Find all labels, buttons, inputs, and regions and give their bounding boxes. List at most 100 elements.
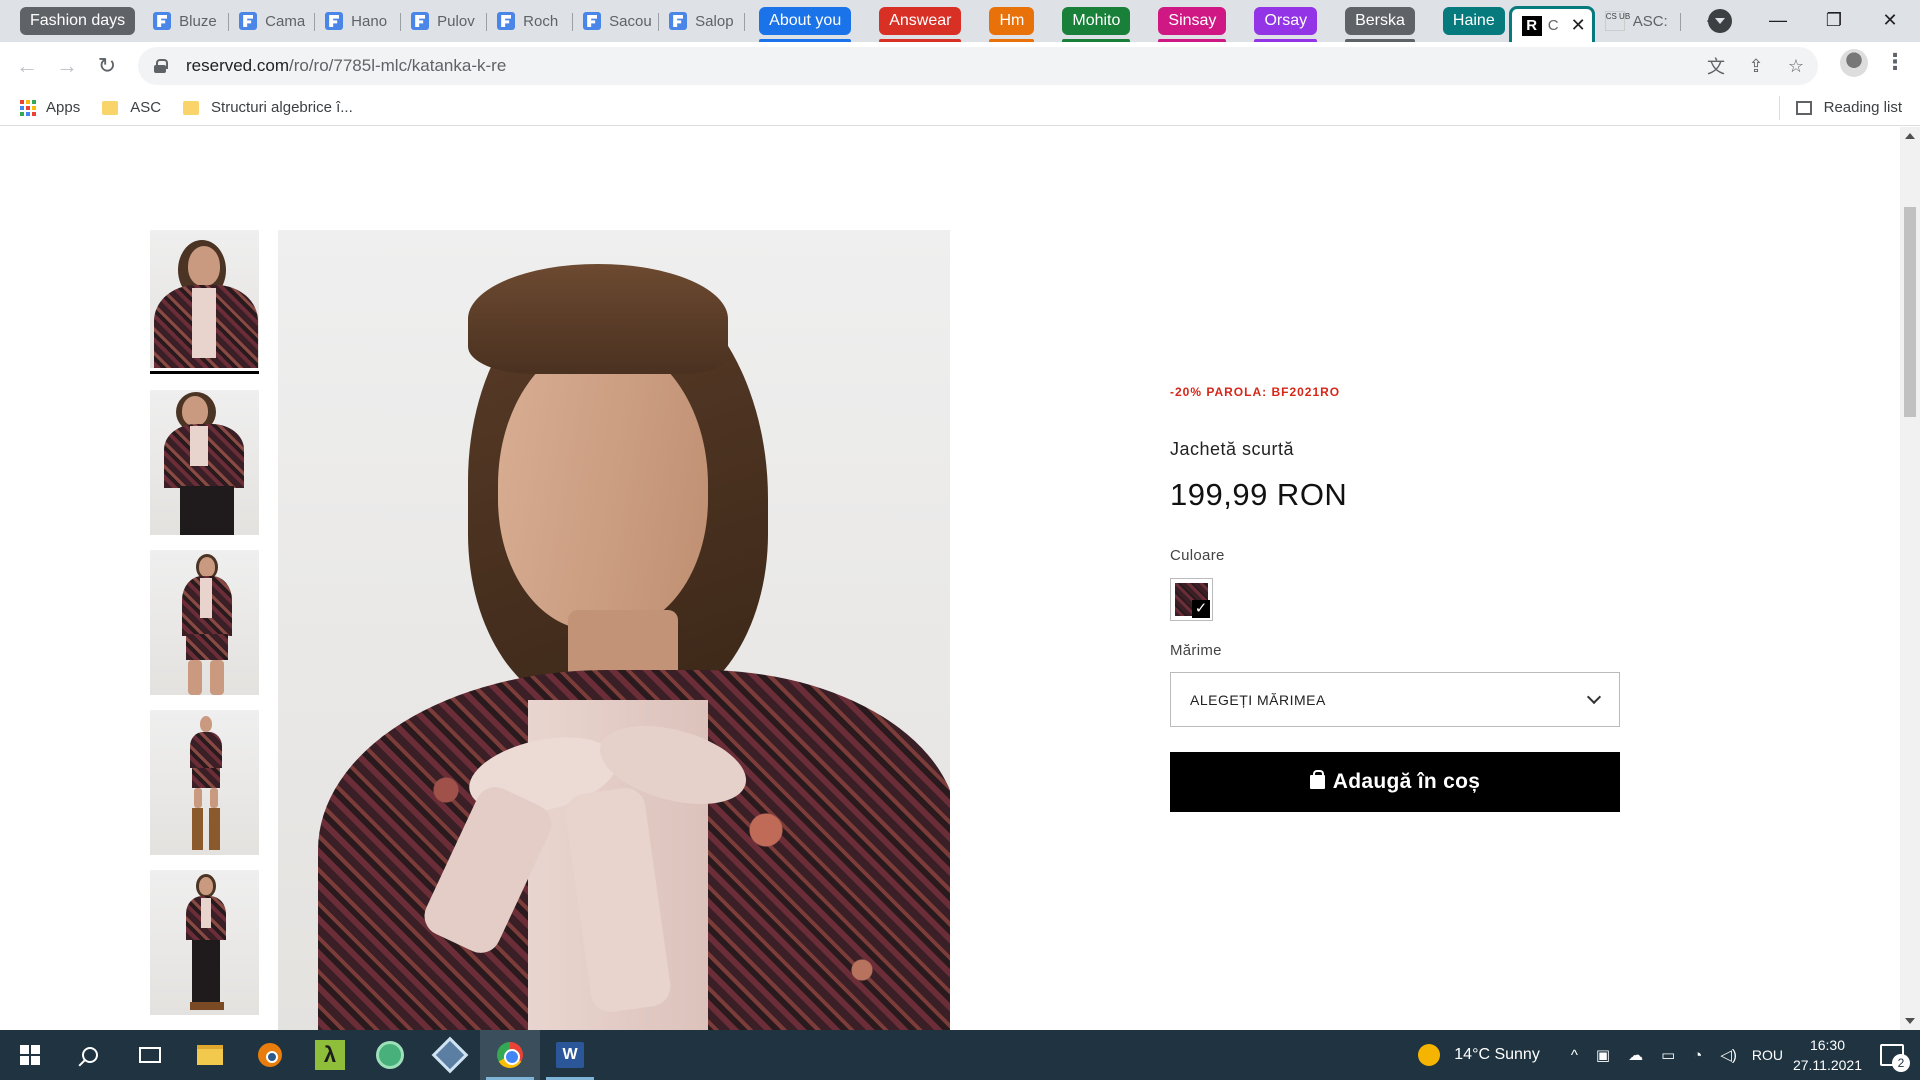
tab-group-fashion-days[interactable]: Fashion days — [20, 7, 136, 35]
chrome-button[interactable] — [480, 1030, 540, 1080]
tab-salopete[interactable]: Salop — [659, 4, 746, 38]
wifi-icon[interactable]: ◔ — [1693, 1047, 1702, 1064]
product-thumbnail-4[interactable] — [150, 710, 259, 855]
reload-button[interactable]: ↻ — [87, 46, 127, 86]
tab-group-answear[interactable]: Answear — [879, 7, 962, 43]
url-text[interactable]: reserved.com/ro/ro/7785l-mlc/katanka-k-r… — [186, 56, 506, 76]
folder-icon — [197, 1045, 223, 1065]
scroll-down-arrow-icon[interactable] — [1905, 1018, 1915, 1024]
lambda-app-button[interactable]: λ — [300, 1030, 360, 1080]
start-button[interactable] — [0, 1030, 60, 1080]
maximize-button[interactable]: ❐ — [1806, 0, 1862, 40]
tab-group-label: Fashion days — [30, 12, 126, 29]
windows-taskbar: λ W 14°C Sunny ^ ▣ ☁ ▭ ◔ ◁) ROU 16:30 27… — [0, 1030, 1920, 1080]
virtualbox-button[interactable] — [420, 1030, 480, 1080]
page-scrollbar[interactable] — [1900, 127, 1920, 1030]
size-dropdown[interactable]: ALEGEȚI MĂRIMEA — [1170, 672, 1620, 727]
tab-asc[interactable]: CS UB ASC: — [1595, 4, 1681, 38]
forward-button[interactable]: → — [47, 46, 87, 86]
tab-sacouri[interactable]: Sacou — [573, 4, 660, 38]
tab-group-orsay[interactable]: Orsay — [1254, 7, 1318, 43]
clock[interactable]: 16:30 27.11.2021 — [1793, 1035, 1862, 1075]
add-to-cart-button[interactable]: Adaugă în coș — [1170, 752, 1620, 812]
bookmark-folder-asc[interactable]: ASC — [102, 99, 161, 116]
product-thumbnail-2[interactable] — [150, 390, 259, 535]
product-thumbnail-3[interactable] — [150, 550, 259, 695]
site-favicon-icon — [497, 12, 516, 30]
bookmark-label: ASC — [130, 99, 162, 116]
reading-list-button[interactable]: Reading list — [1795, 99, 1902, 116]
tab-group-mohito[interactable]: Mohito — [1062, 7, 1131, 43]
notifications-icon[interactable]: 2 — [1880, 1044, 1910, 1072]
bookmark-star-icon[interactable]: ☆ — [1786, 56, 1806, 76]
close-window-button[interactable]: ✕ — [1862, 0, 1918, 40]
atom-app-button[interactable] — [360, 1030, 420, 1080]
color-swatch-pattern: ✓ — [1175, 583, 1210, 618]
tab-group-label: Berska — [1355, 12, 1405, 29]
tab-group-sinsay[interactable]: Sinsay — [1158, 7, 1227, 43]
translate-icon[interactable]: 文 — [1706, 56, 1726, 77]
reading-list-icon — [1795, 100, 1812, 115]
reading-list-label: Reading list — [1823, 99, 1902, 116]
tab-title: ASC: — [1632, 12, 1668, 30]
tab-reserved-active[interactable]: R C ✕ — [1508, 6, 1595, 42]
show-hidden-icons-icon[interactable]: ^ — [1571, 1047, 1578, 1064]
share-icon[interactable]: ⇪ — [1746, 56, 1766, 76]
url-host: reserved.com — [186, 56, 289, 75]
thumbnail-selected-indicator — [150, 371, 259, 374]
lock-icon[interactable] — [154, 59, 168, 73]
scrollbar-thumb[interactable] — [1904, 207, 1916, 417]
tab-title: Cama — [265, 12, 306, 30]
tab-group-label: Answear — [889, 12, 952, 29]
product-thumbnail-1[interactable] — [150, 230, 259, 368]
product-main-image[interactable] — [278, 230, 950, 1030]
address-bar[interactable]: reserved.com/ro/ro/7785l-mlc/katanka-k-r… — [138, 47, 1818, 85]
tab-group-haine[interactable]: Haine — [1442, 7, 1505, 35]
bookmark-apps[interactable]: Apps — [20, 99, 80, 116]
battery-icon[interactable]: ▭ — [1661, 1046, 1675, 1064]
language-indicator[interactable]: ROU — [1752, 1047, 1783, 1063]
scroll-up-arrow-icon[interactable] — [1905, 133, 1915, 139]
tab-group-label: Haine — [1452, 12, 1495, 29]
tab-title: Hano — [351, 12, 388, 30]
profile-avatar[interactable] — [1840, 49, 1868, 77]
shopping-bag-icon — [1309, 770, 1325, 789]
color-swatch-selected[interactable]: ✓ — [1170, 578, 1213, 621]
tab-hanorace[interactable]: Hano — [315, 4, 402, 38]
close-tab-icon[interactable]: ✕ — [1571, 15, 1586, 36]
url-path: /ro/ro/7785l-mlc/katanka-k-re — [288, 56, 507, 75]
checkmark-icon: ✓ — [1192, 600, 1210, 618]
blender-icon — [258, 1043, 282, 1067]
meet-now-icon[interactable]: ▣ — [1596, 1046, 1610, 1064]
tab-pulovere[interactable]: Pulov — [401, 4, 488, 38]
product-thumbnail-5[interactable] — [150, 870, 259, 1015]
tab-rochii[interactable]: Roch — [487, 4, 574, 38]
onedrive-cloud-icon[interactable]: ☁ — [1628, 1046, 1643, 1064]
tab-title: Sacou — [609, 12, 652, 30]
minimize-button[interactable]: — — [1750, 0, 1806, 40]
taskbar-search-button[interactable] — [60, 1030, 120, 1080]
tab-bluze[interactable]: Bluze — [143, 4, 230, 38]
tab-camasi[interactable]: Cama — [229, 4, 316, 38]
bookmarks-bar: Apps ASC Structuri algebrice î... Readin… — [0, 90, 1920, 126]
reserved-favicon-icon: R — [1521, 15, 1542, 36]
tab-search-icon[interactable] — [1708, 9, 1732, 33]
volume-icon[interactable]: ◁) — [1720, 1046, 1737, 1064]
tab-title: C — [1547, 17, 1559, 34]
tab-group-berska[interactable]: Berska — [1345, 7, 1415, 43]
bookmark-folder-structuri[interactable]: Structuri algebrice î... — [183, 99, 353, 116]
chevron-down-icon — [1586, 689, 1602, 705]
weather-sun-icon[interactable] — [1418, 1044, 1441, 1066]
product-title: Jachetă scurtă — [1170, 439, 1295, 459]
blender-button[interactable] — [240, 1030, 300, 1080]
word-button[interactable]: W — [540, 1030, 600, 1080]
clock-time: 16:30 — [1809, 1037, 1845, 1053]
tab-group-about-you[interactable]: About you — [759, 7, 852, 43]
tab-group-hm[interactable]: Hm — [989, 7, 1035, 43]
task-view-button[interactable] — [120, 1030, 180, 1080]
weather-text[interactable]: 14°C Sunny — [1454, 1046, 1540, 1064]
file-explorer-button[interactable] — [180, 1030, 240, 1080]
back-button[interactable]: ← — [7, 46, 47, 86]
lambda-icon: λ — [315, 1040, 345, 1070]
browser-menu-icon[interactable]: ⋮ — [1884, 49, 1906, 75]
